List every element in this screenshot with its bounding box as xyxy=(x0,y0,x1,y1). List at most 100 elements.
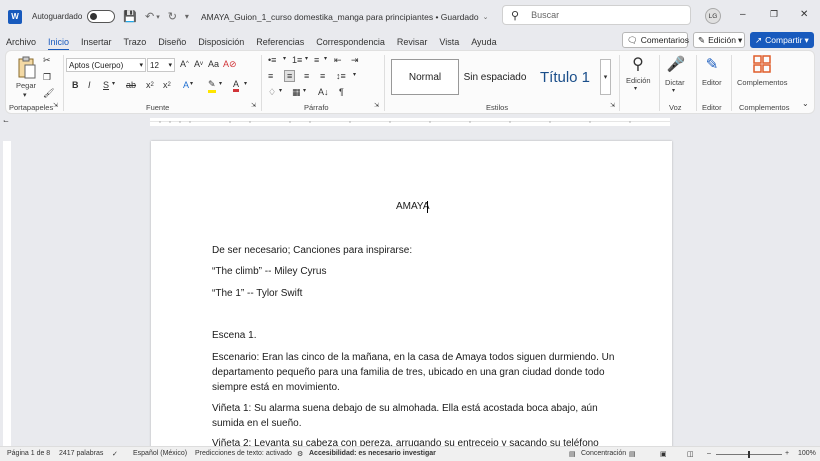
styles-launcher-icon[interactable]: ⇲ xyxy=(610,102,615,109)
highlight-icon[interactable]: ✎ xyxy=(208,79,216,93)
title-chevron-icon[interactable]: ⌄ xyxy=(483,13,489,21)
focus-icon[interactable]: ▤ xyxy=(569,450,576,458)
superscript-icon[interactable]: x2 xyxy=(163,80,171,90)
copy-icon[interactable]: ❐ xyxy=(43,72,51,83)
zoom-slider-thumb[interactable] xyxy=(748,451,750,458)
undo-icon[interactable]: ↶ xyxy=(145,10,154,23)
cut-icon[interactable]: ✂ xyxy=(43,55,51,66)
editing-chevron-icon[interactable]: ▾ xyxy=(634,85,637,92)
search-box[interactable]: ⚲ Buscar xyxy=(502,5,691,25)
bullets-chevron-icon[interactable]: ▾ xyxy=(283,55,286,62)
minimize-icon[interactable]: – xyxy=(740,9,746,20)
shading-chevron-icon[interactable]: ▾ xyxy=(279,87,282,94)
doc-line[interactable]: “The climb” -- Miley Cyrus xyxy=(212,264,612,279)
addins-icon[interactable] xyxy=(753,55,771,73)
proofing-icon[interactable]: ✓ xyxy=(112,450,118,458)
bullets-icon[interactable]: •≡ xyxy=(268,55,276,65)
document-title[interactable]: AMAYA_Guion_1_curso domestika_manga para… xyxy=(201,12,479,22)
share-button[interactable]: ↗ Compartir ▾ xyxy=(750,32,814,48)
collapse-ribbon-icon[interactable]: ⌄ xyxy=(802,99,809,108)
tab-revisar[interactable]: Revisar xyxy=(391,37,434,47)
underline-icon[interactable]: S xyxy=(103,80,109,90)
document-page[interactable]: AMAYA De ser necesario; Canciones para i… xyxy=(151,141,672,461)
read-mode-icon[interactable]: ▤ xyxy=(629,450,636,458)
customize-toolbar-icon[interactable]: ▾ xyxy=(185,12,189,21)
increase-indent-icon[interactable]: ⇥ xyxy=(351,55,359,66)
tab-vista[interactable]: Vista xyxy=(433,37,465,47)
tab-insertar[interactable]: Insertar xyxy=(75,37,118,47)
find-icon[interactable]: ⚲ xyxy=(626,53,650,75)
font-launcher-icon[interactable]: ⇲ xyxy=(251,102,256,109)
clipboard-launcher-icon[interactable]: ⇲ xyxy=(53,102,58,109)
editing-mode-button[interactable]: ✎ Edición ▾ xyxy=(693,32,745,48)
font-size-dropdown[interactable]: 12 ▾ xyxy=(147,58,175,72)
style-no-spacing[interactable]: Sin espaciado xyxy=(460,59,530,95)
decrease-indent-icon[interactable]: ⇤ xyxy=(334,55,342,66)
comments-button[interactable]: 🗨 Comentarios xyxy=(622,32,689,48)
zoom-out-icon[interactable]: – xyxy=(707,450,711,457)
restore-icon[interactable]: ❐ xyxy=(770,9,778,20)
borders-icon[interactable]: ▦ xyxy=(292,87,301,98)
accessibility-status[interactable]: Accesibilidad: es necesario investigar xyxy=(309,450,436,457)
language-status[interactable]: Español (México) xyxy=(133,450,187,457)
word-count[interactable]: 2417 palabras xyxy=(59,450,103,457)
horizontal-ruler[interactable] xyxy=(150,118,670,126)
dictate-chevron-icon[interactable]: ▾ xyxy=(672,87,675,94)
text-effects-icon[interactable]: A xyxy=(183,80,189,90)
numbering-chevron-icon[interactable]: ▾ xyxy=(305,55,308,62)
strikethrough-icon[interactable]: ab xyxy=(126,80,136,90)
underline-chevron-icon[interactable]: ▾ xyxy=(112,80,115,87)
zoom-level[interactable]: 100% xyxy=(798,450,816,457)
paste-chevron-icon[interactable]: ▾ xyxy=(23,91,27,99)
undo-dropdown-icon[interactable]: ▾ xyxy=(156,13,160,21)
align-right-icon[interactable]: ≡ xyxy=(304,71,309,81)
close-icon[interactable]: ✕ xyxy=(800,9,808,20)
vertical-ruler[interactable] xyxy=(3,141,11,446)
tab-selector-icon[interactable]: ⌙ xyxy=(3,117,9,125)
highlight-chevron-icon[interactable]: ▾ xyxy=(219,80,222,87)
font-name-dropdown[interactable]: Aptos (Cuerpo) ▾ xyxy=(66,58,146,72)
text-effects-chevron-icon[interactable]: ▾ xyxy=(190,80,193,87)
editor-pen-icon[interactable]: ✎ xyxy=(700,53,724,75)
font-color-icon[interactable]: A xyxy=(233,79,240,92)
styles-expand-icon[interactable]: ▾ xyxy=(600,59,611,95)
autosave-toggle[interactable] xyxy=(87,10,116,23)
font-color-chevron-icon[interactable]: ▾ xyxy=(244,80,247,87)
doc-line[interactable]: sumida en el sueño. xyxy=(212,416,612,431)
multilevel-list-icon[interactable]: ≡ xyxy=(314,55,319,65)
line-spacing-chevron-icon[interactable]: ▾ xyxy=(353,71,356,78)
align-left-icon[interactable]: ≡ xyxy=(268,71,273,81)
shrink-font-icon[interactable]: Av xyxy=(194,59,203,69)
multilevel-chevron-icon[interactable]: ▾ xyxy=(324,55,327,62)
tab-diseno[interactable]: Diseño xyxy=(152,37,192,47)
tab-referencias[interactable]: Referencias xyxy=(250,37,310,47)
dictate-label[interactable]: Dictar xyxy=(665,78,685,87)
redo-icon[interactable]: ↻ xyxy=(168,10,177,23)
tab-archivo[interactable]: Archivo xyxy=(0,37,42,47)
paste-label[interactable]: Pegar xyxy=(16,81,36,90)
document-heading[interactable]: AMAYA xyxy=(396,201,430,212)
doc-line[interactable]: Viñeta 1: Su alarma suena debajo de su a… xyxy=(212,401,612,416)
paragraph-launcher-icon[interactable]: ⇲ xyxy=(374,102,379,109)
doc-line[interactable]: Escenario: Eran las cinco de la mañana, … xyxy=(212,350,614,365)
save-icon[interactable]: 💾 xyxy=(123,10,137,23)
doc-line[interactable]: De ser necesario; Canciones para inspira… xyxy=(212,243,612,258)
format-painter-icon[interactable]: 🖌 xyxy=(43,88,54,99)
bold-icon[interactable]: B xyxy=(72,80,79,90)
zoom-in-icon[interactable]: + xyxy=(785,450,789,457)
grow-font-icon[interactable]: A ^ xyxy=(180,59,189,69)
editor-label[interactable]: Editor xyxy=(702,78,722,87)
editing-label[interactable]: Edición xyxy=(626,76,651,85)
justify-icon[interactable]: ≡ xyxy=(320,71,325,81)
doc-line[interactable]: Escena 1. xyxy=(212,328,612,343)
line-spacing-icon[interactable]: ↕≡ xyxy=(336,71,346,81)
sort-icon[interactable]: A↓ xyxy=(318,87,329,97)
numbering-icon[interactable]: 1≡ xyxy=(292,55,302,65)
tab-inicio[interactable]: Inicio xyxy=(42,37,75,51)
change-case-icon[interactable]: Aa xyxy=(208,59,219,69)
subscript-icon[interactable]: x2 xyxy=(146,80,154,90)
style-normal[interactable]: Normal xyxy=(391,59,459,95)
web-layout-icon[interactable]: ◫ xyxy=(687,450,694,458)
tab-ayuda[interactable]: Ayuda xyxy=(465,37,502,47)
doc-line[interactable]: departamento pequeño para una familia de… xyxy=(212,365,612,380)
